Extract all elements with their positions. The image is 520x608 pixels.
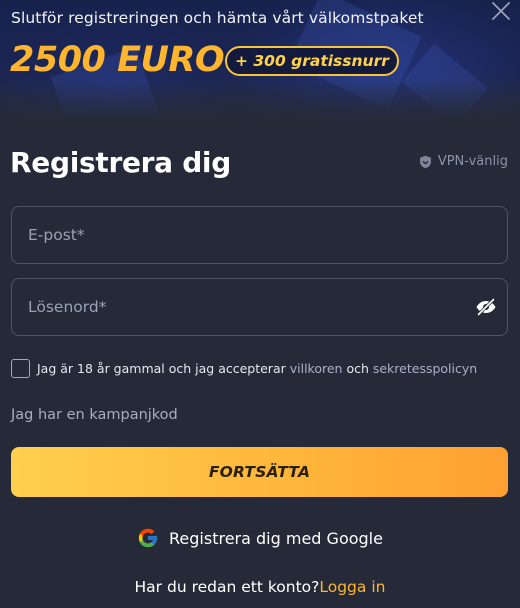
vpn-friendly-label: VPN-vänlig: [419, 154, 508, 169]
terms-and: och: [342, 361, 373, 376]
terms-link[interactable]: villkoren: [290, 361, 343, 376]
vpn-label-text: VPN-vänlig: [437, 154, 508, 169]
password-field[interactable]: [11, 278, 508, 336]
terms-checkbox[interactable]: [11, 359, 30, 378]
shield-icon: [419, 155, 431, 168]
privacy-policy-link[interactable]: sekretesspolicyn: [373, 361, 477, 376]
password-input[interactable]: [12, 279, 507, 335]
terms-row: Jag är 18 år gammal och jag accepterar v…: [11, 359, 477, 378]
banner-subtitle: Slutför registreringen och hämta vårt vä…: [11, 9, 424, 27]
google-signup-label: Registrera dig med Google: [169, 528, 383, 548]
google-icon: [138, 528, 158, 548]
promo-banner: Slutför registreringen och hämta vårt vä…: [0, 0, 520, 120]
close-icon: [492, 2, 510, 20]
password-visibility-toggle[interactable]: [475, 297, 497, 317]
free-spins-badge: + 300 gratissnurr: [225, 46, 399, 76]
page-title: Registrera dig: [10, 146, 231, 179]
terms-text: Jag är 18 år gammal och jag accepterar v…: [37, 361, 477, 376]
continue-button[interactable]: FORTSÄTTA: [11, 447, 508, 497]
login-link[interactable]: Logga in: [319, 578, 385, 596]
login-prompt: Har du redan ett konto?: [134, 578, 320, 596]
terms-prefix: Jag är 18 år gammal och jag accepterar: [37, 361, 290, 376]
banner-fade: [0, 80, 520, 120]
email-input[interactable]: [12, 207, 507, 263]
login-row: Har du redan ett konto?Logga in: [0, 578, 520, 596]
promo-code-link[interactable]: Jag har en kampanjkod: [11, 407, 178, 423]
bonus-amount: 2500 EURO: [10, 40, 225, 80]
eye-slash-icon: [476, 297, 496, 317]
close-button[interactable]: [488, 0, 514, 26]
email-field[interactable]: [11, 206, 508, 264]
google-signup-button[interactable]: Registrera dig med Google: [0, 522, 520, 554]
